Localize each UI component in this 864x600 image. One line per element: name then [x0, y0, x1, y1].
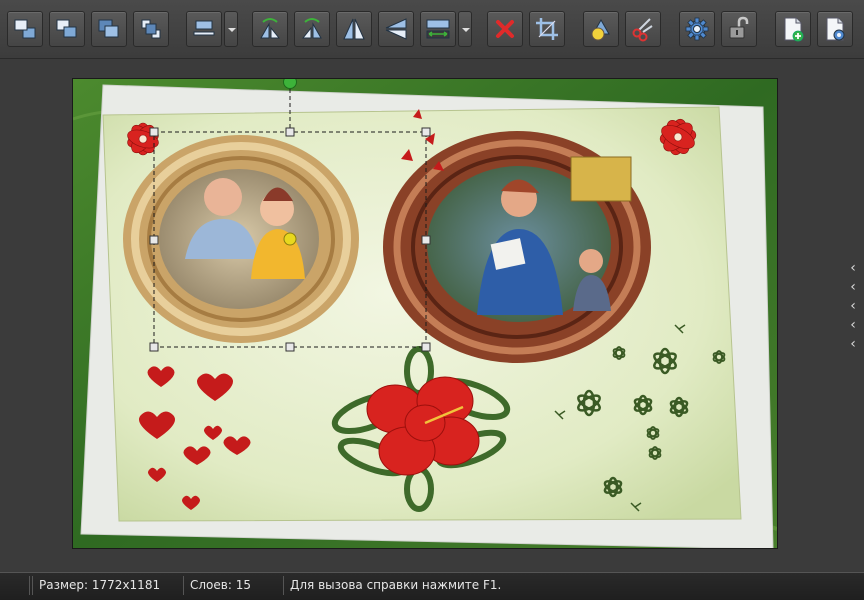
- cut-button[interactable]: [625, 11, 661, 47]
- status-hint: Для вызова справки нажмите F1.: [283, 576, 856, 595]
- page-settings-icon: [826, 17, 845, 41]
- status-layers: Слоев: 15: [183, 576, 284, 595]
- rotation-anchor[interactable]: [283, 232, 297, 246]
- lock-button[interactable]: [721, 11, 757, 47]
- chevron-left-icon: ‹: [850, 298, 856, 314]
- status-hint-text: Для вызова справки нажмите F1.: [290, 578, 502, 592]
- rotate-handle[interactable]: [283, 79, 297, 89]
- crop-icon: [536, 18, 558, 40]
- delete-button[interactable]: [487, 11, 523, 47]
- flip-vertical-button[interactable]: [378, 11, 414, 47]
- bring-to-front-icon: [14, 19, 36, 39]
- effects-button[interactable]: [583, 11, 619, 47]
- send-to-back-icon: [141, 19, 161, 39]
- delete-icon: [496, 20, 514, 38]
- status-size: Размер: 1772x1181: [32, 576, 183, 595]
- bring-forward-button[interactable]: [49, 11, 85, 47]
- collage-canvas[interactable]: [72, 78, 778, 549]
- workspace: ‹ ‹ ‹ ‹ ‹: [0, 59, 864, 571]
- status-size-value: 1772x1181: [91, 578, 161, 592]
- status-grip: [3, 576, 30, 595]
- status-layers-label: Слоев:: [190, 578, 232, 592]
- bring-to-front-button[interactable]: [7, 11, 43, 47]
- lock-icon: [729, 16, 749, 39]
- toolbar: [0, 0, 864, 59]
- send-backward-icon: [98, 19, 119, 38]
- align-dropdown-button[interactable]: [224, 11, 238, 47]
- chevron-left-icon: ‹: [850, 279, 856, 295]
- send-to-back-button[interactable]: [133, 11, 169, 47]
- chevron-left-icon: ‹: [850, 260, 856, 276]
- collage-artwork: [73, 79, 777, 548]
- flip-horizontal-button[interactable]: [336, 11, 372, 47]
- new-page-icon: [784, 17, 804, 42]
- bring-forward-icon: [56, 19, 77, 38]
- rotate-left-button[interactable]: [252, 11, 288, 47]
- align-icon: [193, 20, 215, 36]
- chevron-left-icon: ‹: [850, 336, 856, 352]
- stretch-icon: [426, 19, 450, 39]
- rotate-right-icon: [301, 18, 322, 39]
- settings-icon: [685, 17, 709, 41]
- effects-icon: [591, 18, 610, 41]
- cut-icon: [632, 18, 653, 42]
- flip-vertical-icon: [385, 18, 407, 40]
- status-bar: Размер: 1772x1181 Слоев: 15 Для вызова с…: [0, 572, 864, 600]
- page-settings-button[interactable]: [817, 11, 853, 47]
- send-backward-button[interactable]: [91, 11, 127, 47]
- align-button[interactable]: [186, 11, 222, 47]
- rotate-right-button[interactable]: [294, 11, 330, 47]
- status-layers-value: 15: [235, 578, 251, 592]
- stretch-button[interactable]: [420, 11, 456, 47]
- panel-collapse-handle[interactable]: ‹ ‹ ‹ ‹ ‹: [846, 259, 860, 354]
- stretch-dropdown-button[interactable]: [458, 11, 472, 47]
- new-page-button[interactable]: [775, 11, 811, 47]
- crop-button[interactable]: [529, 11, 565, 47]
- status-size-label: Размер:: [39, 578, 89, 592]
- chevron-left-icon: ‹: [850, 317, 856, 333]
- flip-horizontal-icon: [343, 18, 365, 40]
- rotate-left-icon: [260, 18, 281, 39]
- settings-button[interactable]: [679, 11, 715, 47]
